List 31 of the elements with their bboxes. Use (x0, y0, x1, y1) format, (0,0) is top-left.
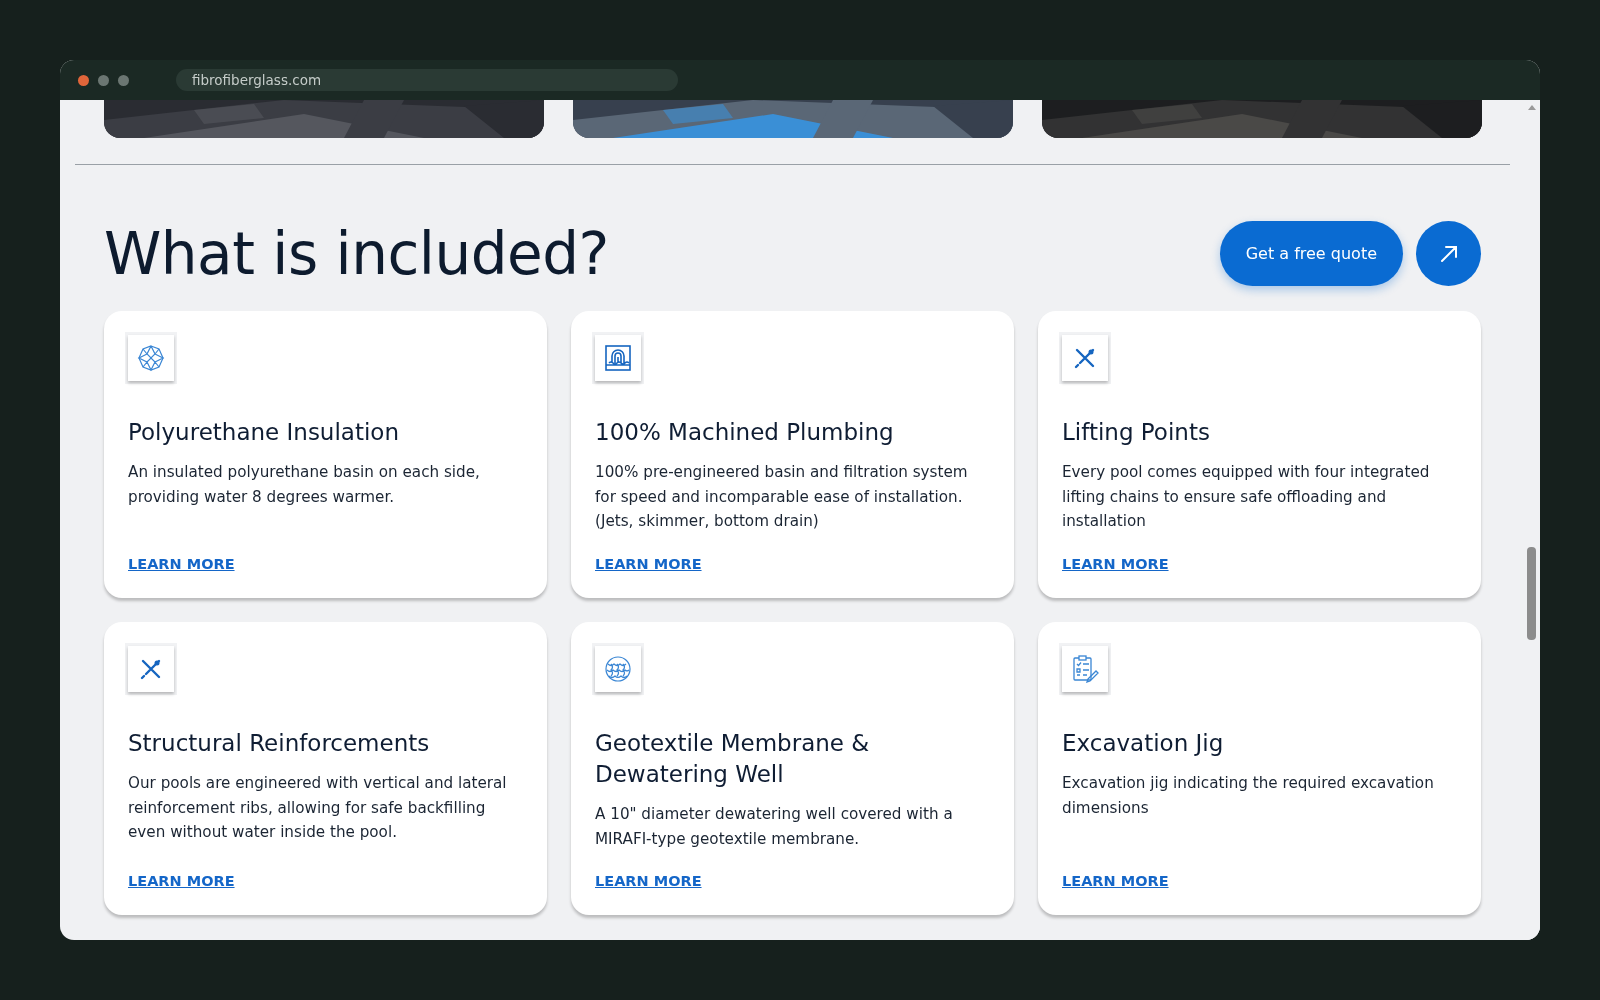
card-description: 100% pre-engineered basin and filtration system for speed and incomparable ease of installation. (Jets, skimmer, bottom drain) (595, 462, 969, 532)
minimize-dot[interactable] (98, 74, 109, 86)
learn-more-link[interactable]: LEARN MORE (128, 873, 235, 889)
close-dot[interactable] (78, 74, 89, 86)
learn-more-link[interactable]: LEARN MORE (1062, 556, 1169, 572)
card-title: Excavation Jig (1062, 729, 1225, 758)
card-description: A 10" diameter dewatering well covered with a MIRAFI-type geotextile membrane. (595, 804, 954, 850)
card-title: Polyurethane Insulation (128, 418, 400, 447)
tools-icon (140, 658, 162, 680)
quote-button[interactable]: Get a free quote (1219, 221, 1403, 286)
mesh-ball-icon (604, 655, 632, 683)
card-title: 100% Machined Plumbing (595, 418, 895, 447)
network-icon (137, 344, 165, 372)
fountain-icon (605, 345, 631, 371)
address-bar[interactable]: fibrofiberglass.com (176, 69, 678, 91)
card-title: Lifting Points (1062, 418, 1211, 447)
card-description: An insulated polyurethane basin on each side, providing water 8 degrees warmer. (128, 462, 481, 508)
card-title: Geotextile Membrane & Dewatering Well (595, 729, 871, 789)
card-description: Excavation jig indicating the required excavation dimensions (1062, 773, 1435, 819)
section-heading: What is included? (104, 219, 610, 288)
learn-more-link[interactable]: LEARN MORE (595, 873, 702, 889)
maximize-dot[interactable] (118, 74, 129, 86)
arrow-icon (1438, 243, 1459, 264)
learn-more-link[interactable]: LEARN MORE (1062, 873, 1169, 889)
checklist-icon (1071, 655, 1099, 683)
card-title: Structural Reinforcements (128, 729, 431, 758)
card-description: Every pool comes equipped with four integrated lifting chains to ensure safe offloading and installation (1062, 462, 1431, 532)
learn-more-link[interactable]: LEARN MORE (595, 556, 702, 572)
learn-more-link[interactable]: LEARN MORE (128, 556, 235, 572)
tools-icon (1074, 347, 1096, 369)
card-description: Our pools are engineered with vertical and lateral reinforcement ribs, allowing for safe backfilling even without water inside the pool. (128, 773, 508, 843)
